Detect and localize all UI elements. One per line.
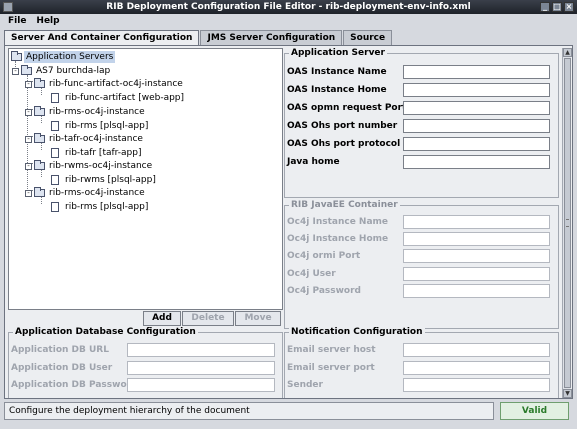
- tab-content-panel: Application Servers - AS7 burchda-lap - …: [4, 45, 573, 399]
- tree-node-instance[interactable]: - rib-func-artifact-oc4j-instance: [25, 78, 185, 90]
- field-label: Oc4j Password: [287, 286, 361, 296]
- group-title: Application Database Configuration: [13, 327, 198, 338]
- delete-button[interactable]: Delete: [182, 311, 234, 326]
- tree-node-app[interactable]: rib-rms [plsql-app]: [51, 201, 150, 213]
- oc4j-password-input[interactable]: [403, 284, 550, 298]
- field-label: Email server host: [287, 345, 376, 355]
- javaee-container-group: RIB JavaEE Container Oc4j Instance Name …: [284, 200, 559, 329]
- java-home-input[interactable]: [403, 155, 550, 169]
- field-label: Email server port: [287, 363, 375, 373]
- oc4j-ormi-port-input[interactable]: [403, 249, 550, 263]
- collapse-toggle-icon[interactable]: -: [25, 162, 32, 170]
- folder-icon: [21, 65, 32, 75]
- tab-strip: Server And Container Configuration JMS S…: [4, 30, 393, 47]
- file-icon: [51, 202, 59, 212]
- folder-icon: [34, 187, 45, 197]
- window-controls: _ □ ×: [540, 2, 574, 12]
- file-icon: [51, 93, 59, 103]
- sender-input[interactable]: [403, 378, 550, 392]
- field-label: Oc4j User: [287, 269, 336, 279]
- tab-jms-server[interactable]: JMS Server Configuration: [200, 30, 343, 46]
- field-label: Oc4j Instance Home: [287, 234, 389, 244]
- menu-file[interactable]: File: [8, 14, 26, 28]
- menu-help[interactable]: Help: [36, 14, 59, 28]
- oas-ohs-protocol-input[interactable]: [403, 137, 550, 151]
- email-server-port-input[interactable]: [403, 361, 550, 375]
- app-db-url-input[interactable]: [127, 343, 275, 357]
- app-db-user-input[interactable]: [127, 361, 275, 375]
- file-icon: [51, 148, 59, 158]
- maximize-icon[interactable]: □: [552, 2, 562, 12]
- tab-source[interactable]: Source: [343, 30, 393, 46]
- folder-icon: [34, 160, 45, 170]
- validation-status-badge: Valid: [500, 402, 569, 420]
- oas-instance-home-input[interactable]: [403, 83, 550, 97]
- collapse-toggle-icon[interactable]: -: [12, 67, 19, 75]
- field-label: Oc4j Instance Name: [287, 217, 389, 227]
- vertical-scrollbar[interactable]: ▲ ▼: [562, 48, 572, 398]
- app-db-password-input[interactable]: [127, 378, 275, 392]
- folder-icon: [11, 51, 22, 61]
- field-label: Application DB URL: [11, 345, 109, 355]
- oas-instance-name-input[interactable]: [403, 65, 550, 79]
- tree-node-instance[interactable]: - rib-rwms-oc4j-instance: [25, 160, 154, 172]
- oas-opmn-port-input[interactable]: [403, 101, 550, 115]
- field-label: OAS Instance Home: [287, 85, 387, 95]
- collapse-toggle-icon[interactable]: -: [25, 108, 32, 116]
- email-server-host-input[interactable]: [403, 343, 550, 357]
- window-menu-icon[interactable]: [3, 2, 13, 12]
- oc4j-instance-name-input[interactable]: [403, 215, 550, 229]
- collapse-toggle-icon[interactable]: -: [25, 80, 32, 88]
- move-button[interactable]: Move: [235, 311, 281, 326]
- status-bar: Configure the deployment hierarchy of th…: [4, 402, 494, 420]
- tree-node-root[interactable]: Application Servers: [11, 51, 116, 63]
- field-label: OAS Ohs port protocol: [287, 139, 401, 149]
- folder-icon: [34, 133, 45, 143]
- title-bar: RIB Deployment Configuration File Editor…: [0, 0, 577, 14]
- folder-icon: [34, 106, 45, 116]
- menu-bar: File Help: [0, 14, 577, 28]
- file-icon: [51, 121, 59, 131]
- tree-node-instance[interactable]: - rib-rms-oc4j-instance: [25, 187, 147, 199]
- field-label: Sender: [287, 380, 323, 390]
- collapse-toggle-icon[interactable]: -: [25, 189, 32, 197]
- deployment-tree[interactable]: Application Servers - AS7 burchda-lap - …: [8, 48, 283, 310]
- scroll-down-icon[interactable]: ▼: [563, 389, 572, 398]
- tree-node-app[interactable]: rib-tafr [tafr-app]: [51, 147, 143, 159]
- tree-node-app[interactable]: rib-rwms [plsql-app]: [51, 174, 158, 186]
- field-label: Application DB Passwo...: [11, 380, 137, 390]
- field-label: OAS opmn request Port: [287, 103, 407, 113]
- scroll-thumb[interactable]: [564, 58, 571, 388]
- tree-node-instance[interactable]: - rib-rms-oc4j-instance: [25, 106, 147, 118]
- application-server-group: Application Server OAS Instance Name OAS…: [284, 48, 559, 198]
- window-title: RIB Deployment Configuration File Editor…: [106, 2, 471, 12]
- oas-ohs-port-input[interactable]: [403, 119, 550, 133]
- oc4j-user-input[interactable]: [403, 267, 550, 281]
- folder-icon: [34, 78, 45, 88]
- scroll-up-icon[interactable]: ▲: [563, 48, 572, 57]
- tree-button-row: Add Delete Move: [143, 311, 281, 326]
- group-title: Notification Configuration: [289, 327, 425, 338]
- tree-node-instance[interactable]: - rib-tafr-oc4j-instance: [25, 133, 145, 145]
- add-button[interactable]: Add: [143, 311, 181, 326]
- field-label: Java home: [287, 157, 340, 167]
- field-label: OAS Instance Name: [287, 67, 387, 77]
- tree-node-app[interactable]: rib-func-artifact [web-app]: [51, 92, 186, 104]
- group-title: RIB JavaEE Container: [289, 200, 400, 211]
- field-label: OAS Ohs port number: [287, 121, 398, 131]
- file-icon: [51, 175, 59, 185]
- close-icon[interactable]: ×: [564, 2, 574, 12]
- tree-node-host[interactable]: - AS7 burchda-lap: [12, 65, 112, 77]
- field-label: Application DB User: [11, 363, 113, 373]
- app-db-config-group: Application Database Configuration Appli…: [8, 327, 283, 398]
- minimize-icon[interactable]: _: [540, 2, 550, 12]
- oc4j-instance-home-input[interactable]: [403, 232, 550, 246]
- group-title: Application Server: [289, 48, 387, 59]
- collapse-toggle-icon[interactable]: -: [25, 135, 32, 143]
- field-label: Oc4j ormi Port: [287, 251, 361, 261]
- tree-node-app[interactable]: rib-rms [plsql-app]: [51, 120, 150, 132]
- notification-config-group: Notification Configuration Email server …: [284, 327, 559, 398]
